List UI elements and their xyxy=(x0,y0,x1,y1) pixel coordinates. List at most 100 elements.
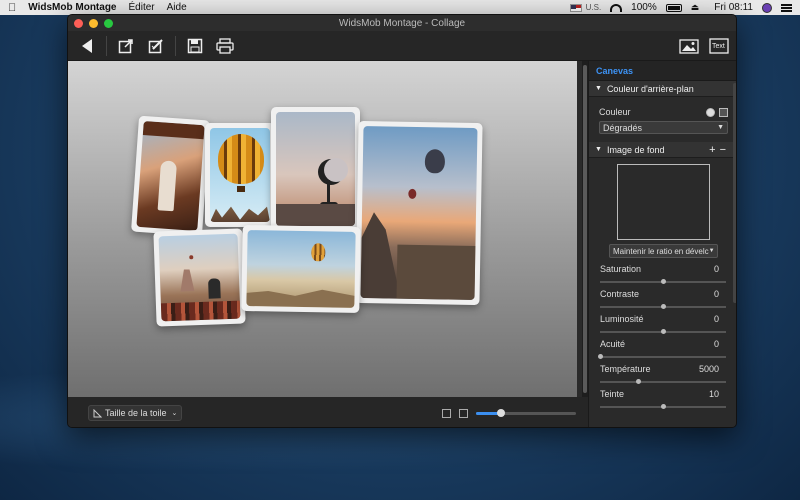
adjustment-1: Contraste 0 xyxy=(589,289,736,309)
collage-photo-valley[interactable] xyxy=(355,120,483,306)
add-text-icon: Text xyxy=(709,37,729,54)
adjustment-4: Température 5000 xyxy=(589,364,736,384)
chevron-down-icon: ▼ xyxy=(717,124,724,131)
apple-icon[interactable]:  xyxy=(8,2,16,14)
chevron-down-icon: ⌄ xyxy=(171,410,178,417)
menu-edit[interactable]: Éditer xyxy=(128,2,154,13)
inspector-panel: Canevas ▼ Couleur d'arrière-plan Couleur… xyxy=(588,61,736,427)
panel-scrollbar[interactable] xyxy=(733,83,736,303)
adjustment-value: 0 xyxy=(713,289,719,299)
section-background-color[interactable]: ▼ Couleur d'arrière-plan xyxy=(589,81,736,97)
back-icon xyxy=(82,38,92,53)
battery-icon[interactable] xyxy=(665,3,682,12)
collage-photo-balloon[interactable] xyxy=(205,123,275,227)
user-avatar-icon[interactable] xyxy=(762,2,772,13)
eject-icon[interactable]: ⏏ xyxy=(691,2,700,13)
adjustment-label: Acuité xyxy=(600,339,626,349)
adjustment-3: Acuité 0 xyxy=(589,339,736,359)
adjustment-slider-knob[interactable] xyxy=(661,404,666,409)
disclosure-triangle-icon: ▼ xyxy=(595,85,602,92)
adjustment-value: 0 xyxy=(713,339,719,349)
adjustment-slider-knob[interactable] xyxy=(635,379,641,384)
menubar:  WidsMob Montage Éditer Aide U.S. 100% … xyxy=(0,0,800,15)
zoom-slider[interactable] xyxy=(476,408,576,417)
canvas-bottom-bar: Taille de la toile ⌄ xyxy=(68,397,588,427)
adjustment-slider[interactable] xyxy=(600,279,726,284)
window-title: WidsMob Montage - Collage xyxy=(338,17,466,29)
zoom-slider-knob[interactable] xyxy=(497,408,505,417)
adjustment-value: 0 xyxy=(713,314,719,324)
adjustment-slider[interactable] xyxy=(598,354,726,359)
add-text-button[interactable]: Text xyxy=(708,35,730,57)
print-button[interactable] xyxy=(214,35,236,57)
collage-photo-crescent[interactable] xyxy=(271,107,360,231)
gradient-color-swatch[interactable] xyxy=(719,107,728,117)
add-text-label: Text xyxy=(712,43,725,50)
add-image-button[interactable] xyxy=(678,35,700,57)
adjustment-value: 10 xyxy=(708,389,719,399)
battery-percent: 100% xyxy=(631,2,657,13)
adjustment-0: Saturation 0 xyxy=(589,264,736,284)
adjustment-slider-knob[interactable] xyxy=(661,304,666,309)
adjustment-slider-knob[interactable] xyxy=(661,329,666,334)
adjustment-label: Température xyxy=(600,364,651,374)
toolbar-divider xyxy=(106,35,107,56)
solid-color-swatch[interactable] xyxy=(706,107,715,117)
save-icon xyxy=(187,38,203,53)
input-source-label[interactable]: U.S. xyxy=(586,3,602,12)
edit-button[interactable] xyxy=(145,35,167,57)
adjustment-value: 5000 xyxy=(698,364,719,374)
add-image-icon xyxy=(679,38,699,54)
add-background-button[interactable]: + xyxy=(709,144,719,156)
export-icon xyxy=(118,38,133,53)
app-window: WidsMob Montage - Collage Text Taille de… xyxy=(67,14,737,428)
adjustment-5: Teinte 10 xyxy=(589,389,736,409)
menu-help[interactable]: Aide xyxy=(167,2,187,13)
adjustment-label: Teinte xyxy=(600,389,625,399)
fit-screen-icon[interactable] xyxy=(442,408,451,418)
export-button[interactable] xyxy=(115,35,137,57)
adjustment-value: 0 xyxy=(713,264,719,274)
gradient-select-value: Dégradés xyxy=(603,122,643,133)
collage-photo-balcony[interactable] xyxy=(131,115,210,237)
ratio-select-value: Maintenir le ratio en dévelc xyxy=(613,246,709,256)
canvas-size-label: Taille de la toile xyxy=(105,408,167,418)
color-label: Couleur xyxy=(599,107,631,117)
actual-size-icon[interactable] xyxy=(459,408,468,418)
app-menu[interactable]: WidsMob Montage xyxy=(28,2,116,13)
toolbar: Text xyxy=(68,31,736,61)
wifi-icon[interactable] xyxy=(610,3,623,12)
section-title: Image de fond xyxy=(606,144,665,155)
edit-icon xyxy=(148,38,163,53)
adjustment-label: Saturation xyxy=(600,264,642,274)
adjustment-label: Luminosité xyxy=(600,314,644,324)
tab-canvas[interactable]: Canevas xyxy=(589,61,736,81)
gradient-select[interactable]: Dégradés ▼ xyxy=(599,121,728,134)
adjustment-slider-knob[interactable] xyxy=(598,354,603,359)
chevron-down-icon: ▼ xyxy=(708,248,715,254)
flag-icon[interactable] xyxy=(569,3,582,12)
adjustment-2: Luminosité 0 xyxy=(589,314,736,334)
ratio-select[interactable]: Maintenir le ratio en dévelc ▼ xyxy=(609,244,718,258)
toolbar-divider xyxy=(175,35,176,56)
canvas-size-button[interactable]: Taille de la toile ⌄ xyxy=(88,405,183,421)
adjustment-slider[interactable] xyxy=(600,404,726,409)
section-background-image[interactable]: ▼ Image de fond +− xyxy=(589,142,736,158)
collage-canvas[interactable] xyxy=(68,61,577,397)
canvas-size-icon xyxy=(93,408,102,417)
menubar-clock[interactable]: Fri 08:11 xyxy=(714,2,753,13)
save-button[interactable] xyxy=(184,35,206,57)
background-image-well[interactable] xyxy=(617,164,710,240)
adjustment-slider-knob[interactable] xyxy=(661,279,666,284)
remove-background-button[interactable]: − xyxy=(720,144,730,156)
adjustment-slider[interactable] xyxy=(600,379,726,384)
notification-center-icon[interactable] xyxy=(781,3,792,12)
back-button[interactable] xyxy=(76,35,98,57)
section-title: Couleur d'arrière-plan xyxy=(606,83,694,94)
adjustment-slider[interactable] xyxy=(600,329,726,334)
collage-photo-desert[interactable] xyxy=(241,224,361,314)
collage-photo-couple[interactable] xyxy=(153,228,246,327)
adjustment-slider[interactable] xyxy=(600,304,726,309)
adjustment-label: Contraste xyxy=(600,289,640,299)
title-bar[interactable]: WidsMob Montage - Collage xyxy=(68,15,736,31)
